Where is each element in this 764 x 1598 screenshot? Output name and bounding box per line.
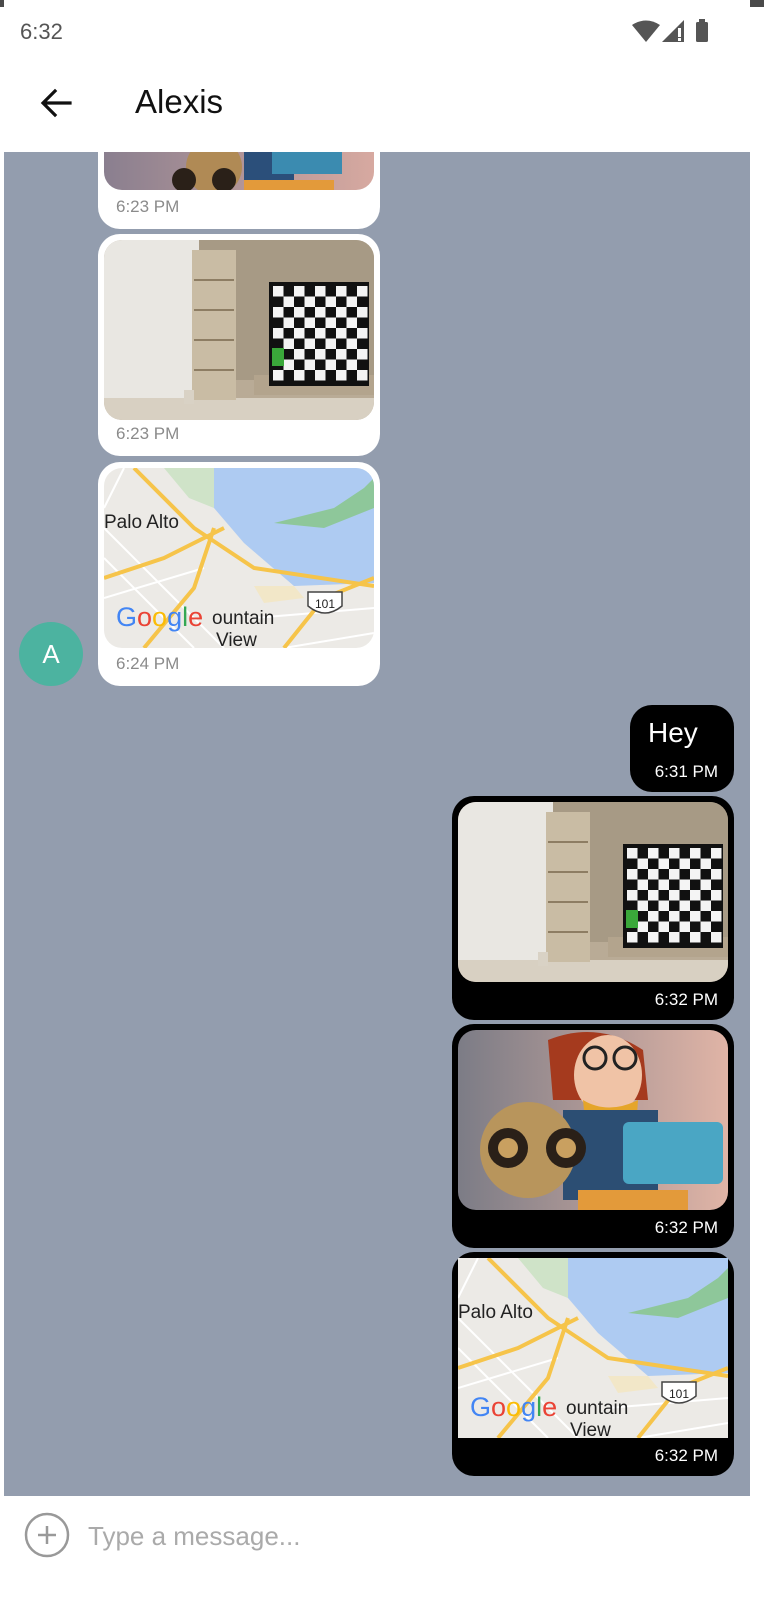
highway-shield-icon: 101: [661, 1381, 697, 1404]
message-time: 6:31 PM: [654, 762, 718, 781]
app-bar: Alexis: [4, 53, 750, 153]
message-time: 6:32 PM: [654, 1218, 718, 1237]
incoming-image-message[interactable]: 6:23 PM: [98, 152, 380, 229]
conversation-title: Alexis: [135, 83, 224, 120]
map-city-label-2: ountain: [212, 608, 274, 629]
map-city-label-1: Palo Alto: [104, 512, 179, 533]
outgoing-image-message[interactable]: 6:32 PM: [452, 1024, 734, 1248]
message-time: 6:24 PM: [116, 654, 180, 673]
message-list[interactable]: 6:23 PM 6:23 PM Palo Alto ountain View 1…: [4, 152, 750, 1496]
message-time: 6:32 PM: [654, 990, 718, 1009]
status-time: 6:32: [20, 19, 63, 44]
map-image[interactable]: Palo Alto ountain View 101 Google: [104, 468, 374, 648]
svg-text:Google: Google: [116, 602, 203, 632]
robot-girl-laptop-image[interactable]: [104, 152, 374, 190]
room-tv-image[interactable]: [104, 240, 374, 420]
wifi-icon: [632, 20, 660, 42]
signal-icon: [662, 20, 684, 42]
message-time: 6:23 PM: [116, 197, 180, 216]
highway-shield-icon: 101: [307, 591, 343, 614]
outgoing-map-message[interactable]: Palo Alto ountain View 101 Google 6:32 P…: [452, 1252, 734, 1476]
map-image[interactable]: Palo Alto ountain View 101 Google: [458, 1258, 728, 1438]
contact-avatar[interactable]: A: [19, 622, 83, 686]
outgoing-text-message[interactable]: Hey 6:31 PM: [630, 705, 734, 792]
message-time: 6:32 PM: [654, 1446, 718, 1465]
google-logo: Google: [116, 602, 203, 632]
status-bar: 6:32: [4, 7, 750, 53]
incoming-image-message[interactable]: 6:23 PM: [98, 234, 380, 456]
incoming-map-message[interactable]: Palo Alto ountain View 101 Google 6:24 P…: [98, 462, 380, 686]
add-attachment-icon[interactable]: [24, 1512, 70, 1558]
app-frame: 6:32 Alexis 6:23 PM 6:23 PM Palo Alto ou…: [4, 0, 750, 1598]
svg-text:101: 101: [315, 597, 335, 611]
outgoing-image-message[interactable]: 6:32 PM: [452, 796, 734, 1020]
composer-bar: [4, 1496, 750, 1598]
svg-text:View: View: [216, 630, 257, 648]
message-time: 6:23 PM: [116, 424, 180, 443]
status-icons: [632, 19, 722, 45]
svg-text:101: 101: [669, 1387, 689, 1401]
google-logo: Google: [470, 1392, 557, 1422]
battery-icon: [696, 19, 708, 42]
robot-girl-laptop-image[interactable]: [458, 1030, 728, 1210]
message-input[interactable]: [86, 1512, 710, 1560]
map-city-label-1: Palo Alto: [458, 1302, 533, 1323]
room-tv-image[interactable]: [458, 802, 728, 982]
message-text: Hey: [648, 717, 698, 748]
svg-text:Google: Google: [470, 1392, 557, 1422]
svg-text:View: View: [570, 1420, 611, 1438]
back-arrow-icon[interactable]: [38, 85, 74, 121]
map-city-label-2: ountain: [566, 1398, 628, 1419]
